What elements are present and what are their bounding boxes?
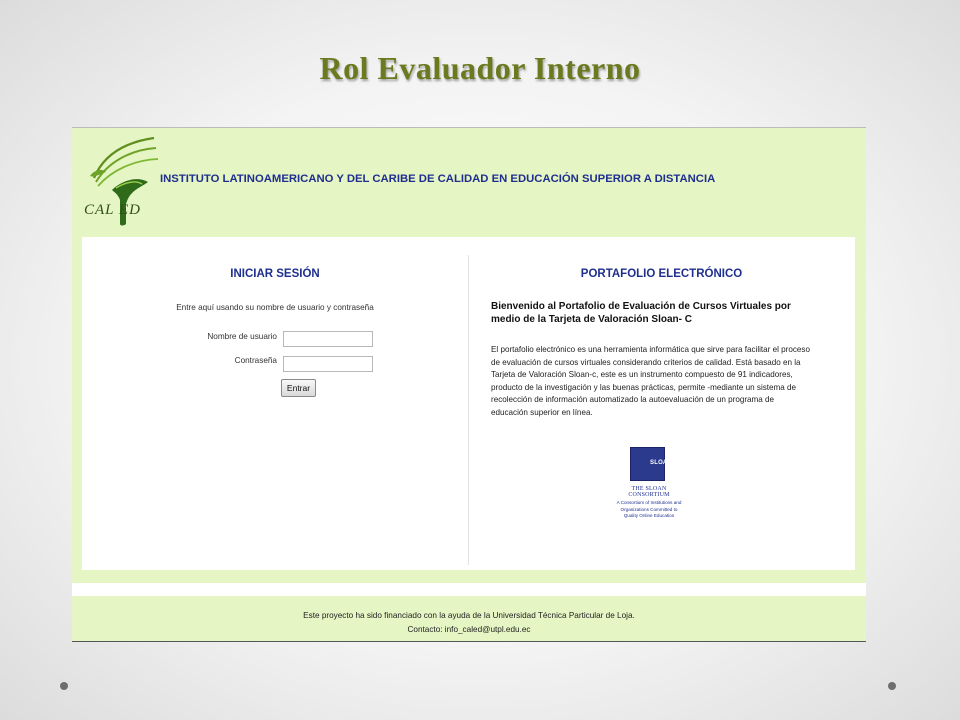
portfolio-title: PORTAFOLIO ELECTRÓNICO: [580, 268, 743, 280]
password-input[interactable]: [283, 356, 373, 372]
website-screenshot: CAL ED INSTITUTO LATINOAMERICANO Y DEL C…: [72, 127, 866, 642]
content-panel: INICIAR SESIÓN Entre aquí usando su nomb…: [82, 237, 855, 570]
login-intro: Entre aquí usando su nombre de usuario y…: [176, 303, 374, 312]
institute-title: INSTITUTO LATINOAMERICANO Y DEL CARIBE D…: [160, 173, 716, 185]
column-divider: [468, 255, 469, 565]
footer-contact-text: Contacto: info_caled@utpl.edu.ec: [407, 625, 531, 634]
sloan-consortium-logo: SLOAN C THE SLOAN CONSORTIUM A Consortiu…: [614, 447, 694, 537]
sloan-tagline: A Consortium of Institutions and Organiz…: [616, 500, 682, 518]
sloan-name: THE SLOAN CONSORTIUM: [628, 486, 670, 498]
site-footer: Este proyecto ha sido financiado con la …: [72, 598, 866, 642]
sloan-logo-letter: C: [666, 450, 681, 475]
footer-rule: [72, 641, 866, 642]
separator-strip: [72, 583, 866, 596]
logo-text: CAL ED: [84, 202, 141, 218]
password-label: Contraseña: [234, 356, 277, 365]
portfolio-description: El portafolio electrónico es una herrami…: [491, 345, 810, 417]
site-header: CAL ED INSTITUTO LATINOAMERICANO Y DEL C…: [72, 128, 866, 236]
slide-title: Rol Evaluador Interno: [319, 50, 641, 86]
slide-bullet-left: [60, 682, 68, 690]
username-input[interactable]: [283, 331, 373, 347]
slide-bullet-right: [888, 682, 896, 690]
welcome-heading: Bienvenido al Portafolio de Evaluación d…: [491, 301, 791, 325]
footer-funding-text: Este proyecto ha sido financiado con la …: [303, 611, 635, 620]
username-label: Nombre de usuario: [207, 332, 277, 341]
sloan-c-icon: SLOAN C: [630, 447, 681, 481]
login-title: INICIAR SESIÓN: [230, 268, 320, 280]
enter-button[interactable]: Entrar: [281, 379, 316, 397]
